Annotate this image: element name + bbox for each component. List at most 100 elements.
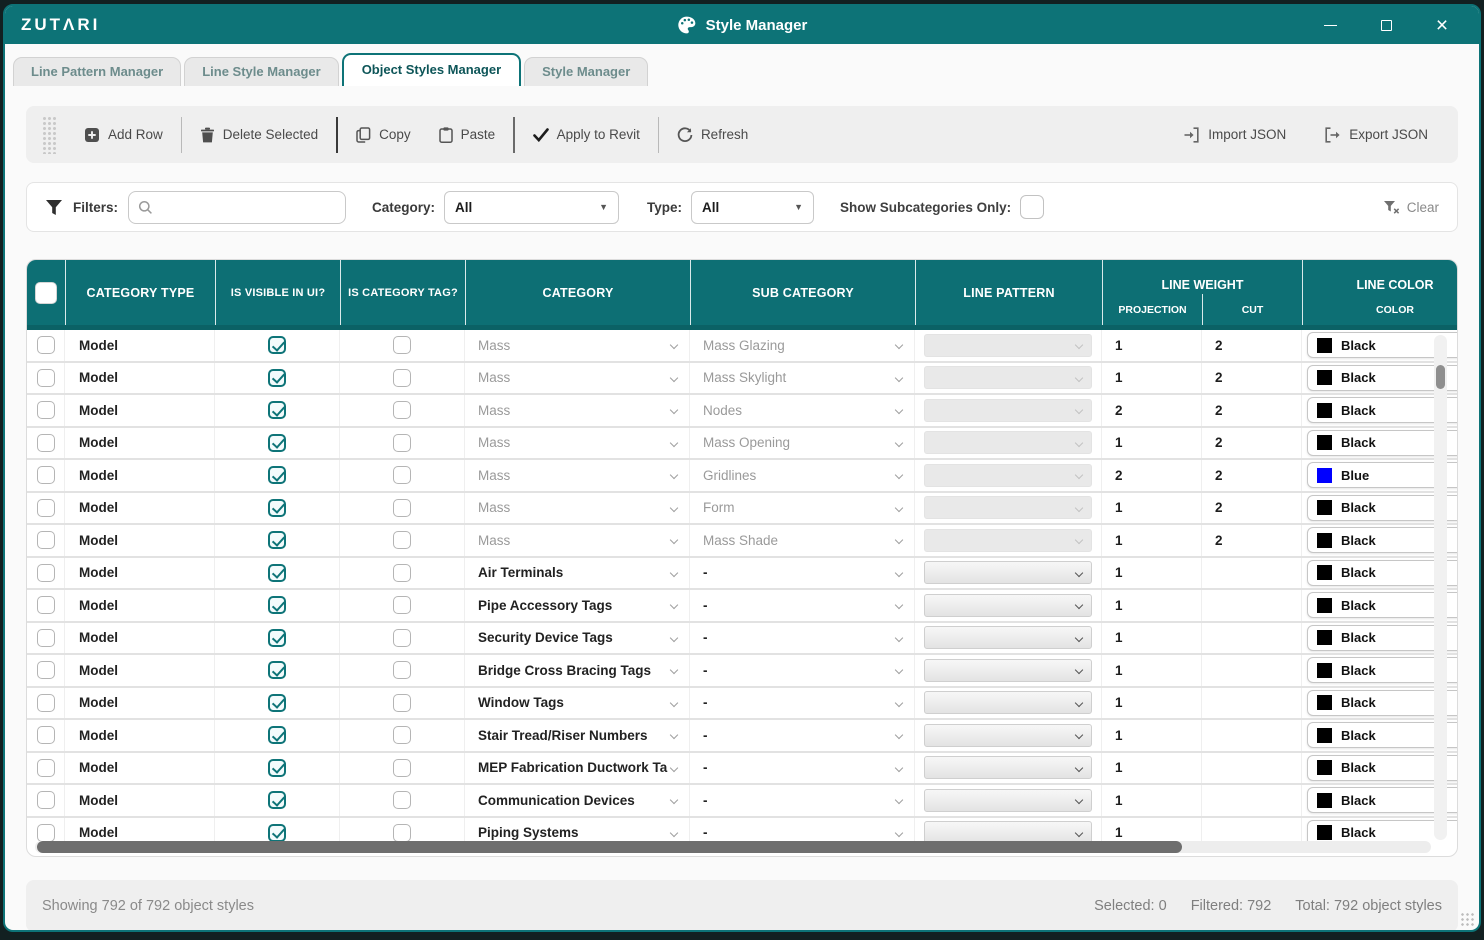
line-pattern-dropdown[interactable] xyxy=(924,658,1092,682)
subcategory-dropdown[interactable]: - xyxy=(690,817,915,841)
is-category-tag-checkbox[interactable] xyxy=(393,823,411,841)
toolbar-drag-handle[interactable] xyxy=(42,115,56,154)
is-visible-checkbox[interactable] xyxy=(268,336,286,355)
subcategory-dropdown[interactable]: Nodes xyxy=(690,395,915,426)
line-pattern-dropdown[interactable] xyxy=(924,463,1092,487)
tab-style-manager[interactable]: Style Manager xyxy=(524,57,649,86)
header-category-type[interactable]: CATEGORY TYPE xyxy=(65,260,215,325)
is-visible-checkbox[interactable] xyxy=(268,368,286,387)
export-json-button[interactable]: Export JSON xyxy=(1310,116,1442,154)
resize-grip[interactable] xyxy=(1460,912,1474,926)
is-category-tag-checkbox[interactable] xyxy=(393,758,411,777)
line-pattern-dropdown[interactable] xyxy=(924,691,1092,715)
category-dropdown[interactable]: Security Device Tags xyxy=(465,622,690,653)
refresh-button[interactable]: Refresh xyxy=(663,116,762,154)
line-weight-projection-value[interactable]: 2 xyxy=(1115,403,1123,418)
subcategory-dropdown[interactable]: Mass Glazing xyxy=(690,330,915,361)
subcategory-dropdown[interactable]: Mass Skylight xyxy=(690,362,915,393)
is-visible-checkbox[interactable] xyxy=(268,433,286,452)
is-category-tag-checkbox[interactable] xyxy=(393,628,411,647)
row-select-checkbox[interactable] xyxy=(36,628,55,647)
is-visible-checkbox[interactable] xyxy=(268,758,286,777)
line-weight-projection-value[interactable]: 1 xyxy=(1115,825,1123,840)
line-weight-projection-value[interactable]: 1 xyxy=(1115,533,1123,548)
subcategory-dropdown[interactable]: - xyxy=(690,720,915,751)
horizontal-scrollbar[interactable] xyxy=(35,841,1431,853)
is-category-tag-checkbox[interactable] xyxy=(393,596,411,615)
row-select-checkbox[interactable] xyxy=(36,563,55,582)
is-category-tag-checkbox[interactable] xyxy=(393,791,411,810)
line-pattern-dropdown[interactable] xyxy=(924,528,1092,552)
line-pattern-dropdown[interactable] xyxy=(924,788,1092,812)
line-weight-cut-value[interactable]: 2 xyxy=(1215,370,1223,385)
line-weight-projection-value[interactable]: 1 xyxy=(1115,565,1123,580)
row-select-checkbox[interactable] xyxy=(36,596,55,615)
header-is-category-tag[interactable]: IS CATEGORY TAG? xyxy=(340,260,465,325)
subcategory-dropdown[interactable]: - xyxy=(690,655,915,686)
line-weight-cut-value[interactable]: 2 xyxy=(1215,500,1223,515)
header-line-pattern[interactable]: LINE PATTERN xyxy=(915,260,1102,325)
subcategory-dropdown[interactable]: Mass Shade xyxy=(690,525,915,556)
is-category-tag-checkbox[interactable] xyxy=(393,531,411,550)
subcategory-dropdown[interactable]: Mass Opening xyxy=(690,427,915,458)
apply-to-revit-button[interactable]: Apply to Revit xyxy=(519,116,654,154)
is-visible-checkbox[interactable] xyxy=(268,466,286,485)
subcategory-dropdown[interactable]: - xyxy=(690,752,915,783)
line-pattern-dropdown[interactable] xyxy=(924,333,1092,357)
tab-object-styles-manager[interactable]: Object Styles Manager xyxy=(341,53,522,86)
header-is-visible[interactable]: IS VISIBLE IN UI? xyxy=(215,260,340,325)
line-weight-cut-value[interactable]: 2 xyxy=(1215,338,1223,353)
category-dropdown[interactable]: Stair Tread/Riser Numbers xyxy=(465,720,690,751)
copy-button[interactable]: Copy xyxy=(342,116,425,154)
category-dropdown[interactable]: Piping Systems xyxy=(465,817,690,841)
row-select-checkbox[interactable] xyxy=(36,401,55,420)
import-json-button[interactable]: Import JSON xyxy=(1169,116,1300,154)
is-visible-checkbox[interactable] xyxy=(268,726,286,745)
is-visible-checkbox[interactable] xyxy=(268,531,286,550)
type-filter-select[interactable]: All ▼ xyxy=(691,190,815,224)
row-select-checkbox[interactable] xyxy=(36,368,55,387)
is-category-tag-checkbox[interactable] xyxy=(393,563,411,582)
line-pattern-dropdown[interactable] xyxy=(924,561,1092,585)
is-visible-checkbox[interactable] xyxy=(268,401,286,420)
category-dropdown[interactable]: Communication Devices xyxy=(465,785,690,816)
select-all-checkbox[interactable] xyxy=(35,281,57,304)
category-dropdown[interactable]: Mass xyxy=(465,460,690,491)
line-weight-projection-value[interactable]: 1 xyxy=(1115,793,1123,808)
is-visible-checkbox[interactable] xyxy=(268,596,286,615)
line-weight-projection-value[interactable]: 1 xyxy=(1115,663,1123,678)
row-select-checkbox[interactable] xyxy=(36,758,55,777)
header-sub-category[interactable]: SUB CATEGORY xyxy=(690,260,915,325)
line-weight-cut-value[interactable]: 2 xyxy=(1215,435,1223,450)
is-category-tag-checkbox[interactable] xyxy=(393,693,411,712)
category-dropdown[interactable]: Mass xyxy=(465,525,690,556)
line-weight-projection-value[interactable]: 1 xyxy=(1115,630,1123,645)
minimize-button[interactable] xyxy=(1315,12,1345,38)
row-select-checkbox[interactable] xyxy=(36,336,55,355)
row-select-checkbox[interactable] xyxy=(36,433,55,452)
maximize-button[interactable] xyxy=(1371,12,1401,38)
row-select-checkbox[interactable] xyxy=(36,466,55,485)
subcategory-dropdown[interactable]: Gridlines xyxy=(690,460,915,491)
vertical-scrollbar[interactable] xyxy=(1434,335,1447,840)
subcategory-dropdown[interactable]: - xyxy=(690,687,915,718)
search-input[interactable] xyxy=(160,199,337,215)
category-dropdown[interactable]: MEP Fabrication Ductwork Ta xyxy=(465,752,690,783)
line-weight-projection-value[interactable]: 1 xyxy=(1115,338,1123,353)
category-dropdown[interactable]: Window Tags xyxy=(465,687,690,718)
tab-line-style-manager[interactable]: Line Style Manager xyxy=(184,57,339,86)
row-select-checkbox[interactable] xyxy=(36,498,55,517)
clear-filters-button[interactable]: Clear xyxy=(1383,200,1439,215)
is-visible-checkbox[interactable] xyxy=(268,628,286,647)
header-line-weight[interactable]: LINE WEIGHT xyxy=(1103,260,1302,294)
row-select-checkbox[interactable] xyxy=(36,661,55,680)
line-weight-projection-value[interactable]: 1 xyxy=(1115,728,1123,743)
is-visible-checkbox[interactable] xyxy=(268,693,286,712)
category-filter-select[interactable]: All ▼ xyxy=(444,190,620,224)
subcategory-dropdown[interactable]: - xyxy=(690,557,915,588)
category-dropdown[interactable]: Mass xyxy=(465,395,690,426)
category-dropdown[interactable]: Mass xyxy=(465,330,690,361)
is-category-tag-checkbox[interactable] xyxy=(393,466,411,485)
line-weight-projection-value[interactable]: 1 xyxy=(1115,370,1123,385)
subcategory-dropdown[interactable]: - xyxy=(690,590,915,621)
